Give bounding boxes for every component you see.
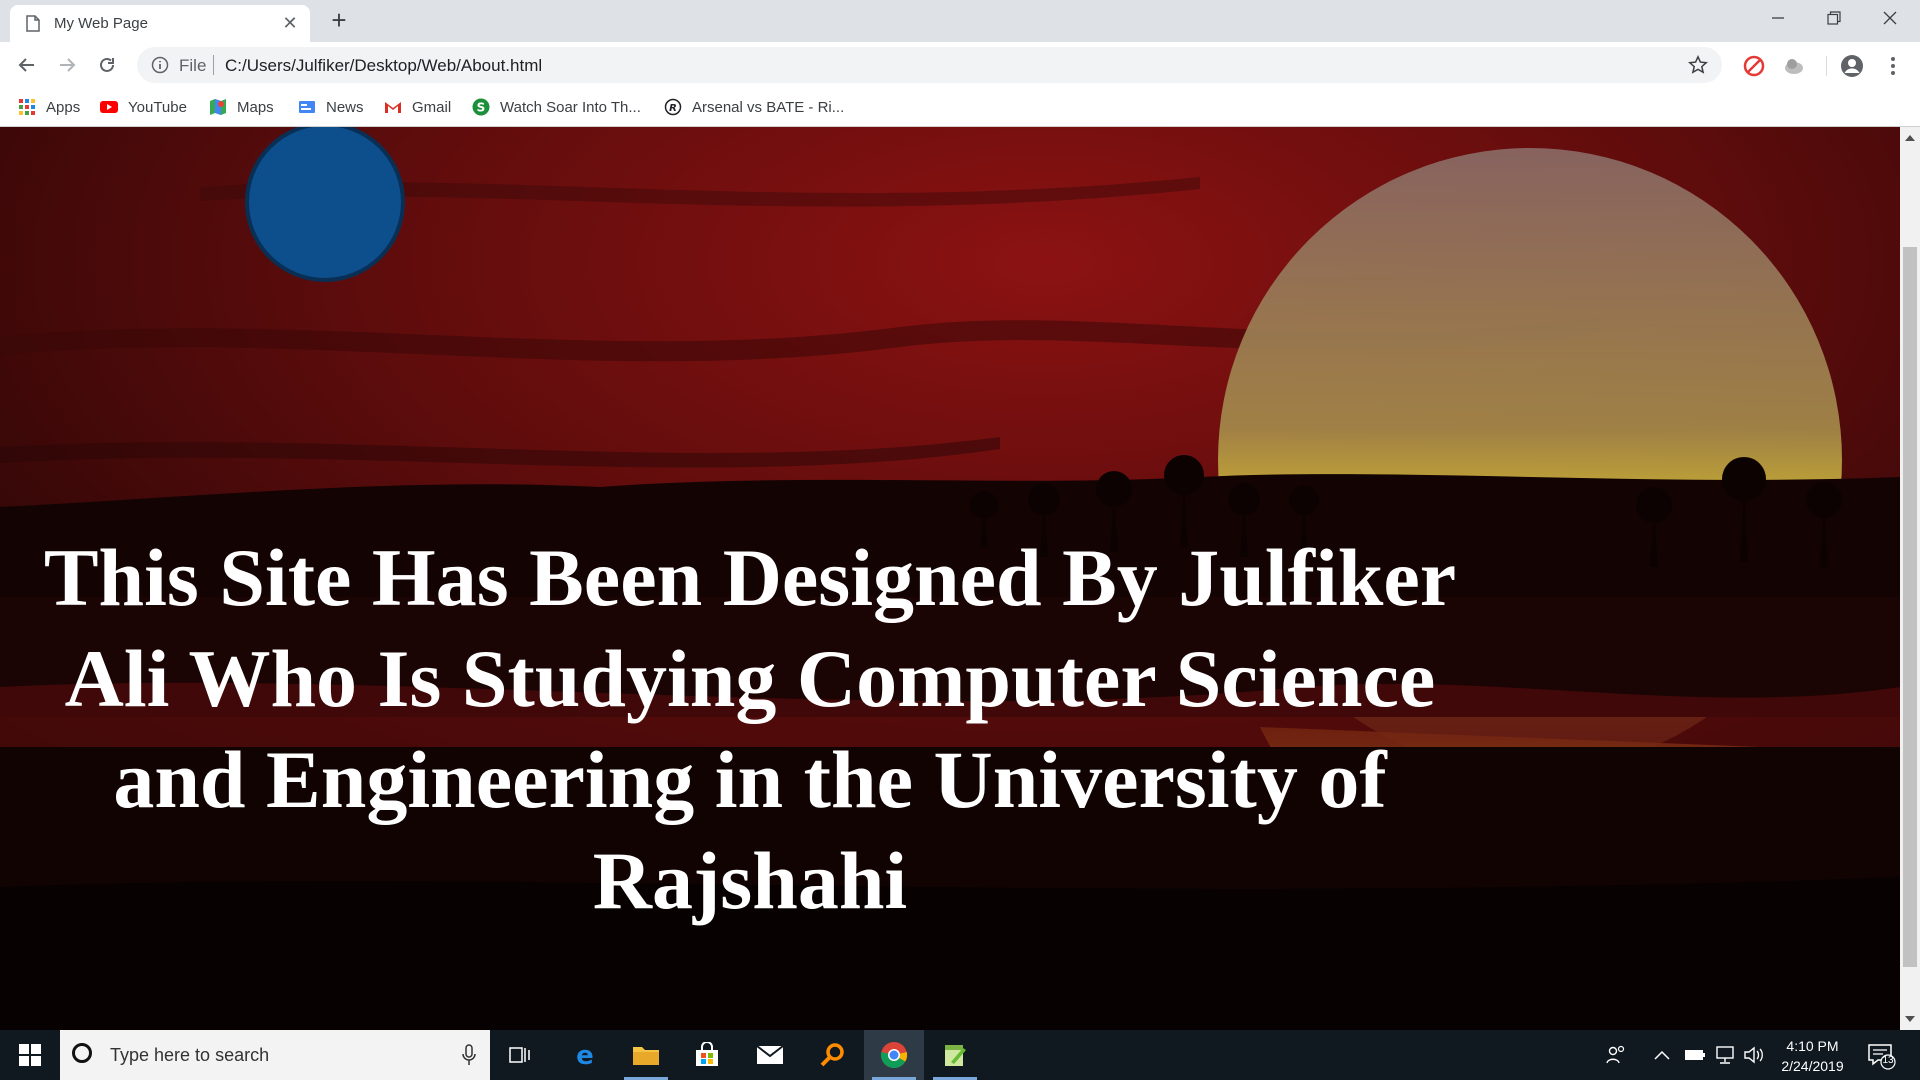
taskbar-file-explorer[interactable]: [616, 1030, 676, 1080]
windows-logo-icon: [19, 1044, 41, 1066]
microphone-icon[interactable]: [462, 1044, 476, 1066]
mail-icon: [756, 1045, 784, 1064]
speaker-icon: [1744, 1046, 1763, 1064]
network-indicator[interactable]: [1714, 1030, 1736, 1080]
page-scrollbar[interactable]: [1900, 127, 1920, 1030]
bookmark-label: Watch Soar Into Th...: [500, 98, 641, 116]
url-text[interactable]: C:/Users/Julfiker/Desktop/Web/About.html: [225, 56, 542, 76]
kebab-menu-icon[interactable]: [1886, 54, 1900, 78]
bookmark-apps[interactable]: Apps: [18, 94, 80, 120]
browser-tab[interactable]: My Web Page ✕: [10, 5, 310, 42]
edge-icon: e: [576, 1042, 594, 1068]
minimize-icon: [1772, 17, 1784, 19]
bookmark-watch-soar[interactable]: S Watch Soar Into Th...: [472, 94, 641, 120]
bookmark-label: Gmail: [412, 98, 452, 116]
magnifier-icon: [820, 1043, 844, 1067]
arrow-left-icon: [18, 58, 34, 72]
svg-text:R: R: [669, 103, 677, 114]
address-separator: [213, 55, 214, 75]
task-view-button[interactable]: [490, 1030, 550, 1080]
notification-count-badge: 13: [1882, 1055, 1894, 1066]
task-view-icon: [509, 1047, 530, 1063]
network-icon: [1716, 1046, 1734, 1064]
svg-text:e: e: [576, 1042, 594, 1068]
green-s-icon: S: [472, 98, 490, 116]
reload-button[interactable]: [92, 50, 122, 80]
taskbar-clock[interactable]: 4:10 PM 2/24/2019: [1770, 1036, 1855, 1076]
bookmark-label: Maps: [237, 98, 274, 116]
new-tab-button[interactable]: +: [325, 6, 353, 34]
people-icon: [1606, 1045, 1625, 1064]
store-bag-icon: [696, 1042, 718, 1066]
show-hidden-icons-button[interactable]: [1654, 1030, 1670, 1080]
toolbar-divider: [1826, 56, 1827, 76]
apps-grid-icon: [19, 99, 35, 115]
address-bar[interactable]: File C:/Users/Julfiker/Desktop/Web/About…: [137, 47, 1722, 83]
notepad-icon: [945, 1045, 966, 1066]
web-page-viewport: This Site Has Been Designed By Julfiker …: [0, 127, 1900, 1030]
folder-icon: [633, 1047, 659, 1065]
bookmark-star-icon[interactable]: [1688, 55, 1708, 75]
svg-text:S: S: [477, 101, 486, 115]
volume-indicator[interactable]: [1743, 1030, 1765, 1080]
maps-icon: [210, 99, 226, 115]
bookmarks-bar: Apps YouTube Maps News Gmail S Watch Soa…: [0, 88, 1920, 127]
tab-title: My Web Page: [54, 15, 148, 32]
taskbar-store[interactable]: [677, 1030, 737, 1080]
windows-taskbar: Type here to search e 4:10 PM 2/24/2019 …: [0, 1030, 1920, 1080]
taskbar-chrome[interactable]: [864, 1030, 924, 1080]
scrollbar-thumb[interactable]: [1903, 247, 1917, 967]
back-button[interactable]: [12, 50, 42, 80]
chevron-up-icon: [1654, 1050, 1670, 1060]
arrow-right-icon: [60, 58, 76, 72]
bookmark-label: News: [326, 98, 364, 116]
taskbar-mail[interactable]: [740, 1030, 800, 1080]
scroll-down-icon[interactable]: [1905, 1016, 1915, 1022]
battery-indicator[interactable]: [1684, 1030, 1706, 1080]
bookmark-youtube[interactable]: YouTube: [100, 94, 187, 120]
gmail-icon: [385, 102, 401, 113]
forward-button[interactable]: [52, 50, 82, 80]
url-scheme-label: File: [179, 56, 207, 75]
cloud-extension-icon[interactable]: [1782, 54, 1806, 78]
taskbar-edge[interactable]: e: [555, 1030, 615, 1080]
scroll-up-icon[interactable]: [1905, 135, 1915, 141]
search-placeholder: Type here to search: [110, 1045, 270, 1065]
taskbar-search-app[interactable]: [802, 1030, 862, 1080]
restore-button[interactable]: [1806, 0, 1862, 36]
bookmark-news[interactable]: News: [298, 94, 364, 120]
minimize-button[interactable]: [1750, 0, 1806, 36]
news-icon: [299, 101, 315, 113]
bookmark-arsenal[interactable]: R Arsenal vs BATE - Ri...: [664, 94, 844, 120]
registered-icon: R: [664, 98, 682, 116]
hero-heading: This Site Has Been Designed By Julfiker …: [43, 532, 1457, 926]
bookmark-maps[interactable]: Maps: [209, 94, 274, 120]
close-icon: [1883, 11, 1897, 25]
action-center-button[interactable]: 13: [1866, 1030, 1896, 1080]
browser-titlebar: My Web Page ✕ +: [0, 0, 1920, 42]
restore-icon: [1827, 11, 1841, 25]
account-icon[interactable]: [1840, 54, 1864, 78]
taskbar-notepadpp[interactable]: [925, 1030, 985, 1080]
bookmark-label: Apps: [46, 98, 81, 116]
window-close-button[interactable]: [1862, 0, 1918, 36]
bookmark-label: YouTube: [128, 98, 187, 116]
info-icon[interactable]: [151, 56, 169, 74]
browser-toolbar: File C:/Users/Julfiker/Desktop/Web/About…: [0, 42, 1920, 88]
page-icon: [26, 15, 40, 32]
bookmark-gmail[interactable]: Gmail: [384, 94, 451, 120]
cortana-circle-icon: [72, 1043, 92, 1063]
clock-date: 2/24/2019: [1781, 1058, 1844, 1074]
people-button[interactable]: [1605, 1030, 1627, 1080]
bookmark-label: Arsenal vs BATE - Ri...: [692, 98, 845, 116]
blocker-extension-icon[interactable]: [1742, 54, 1766, 78]
reload-icon: [100, 57, 114, 72]
clock-time: 4:10 PM: [1786, 1038, 1839, 1054]
start-button[interactable]: [0, 1030, 60, 1080]
taskbar-search-box[interactable]: Type here to search: [60, 1030, 490, 1080]
chrome-icon: [880, 1042, 908, 1069]
battery-icon: [1685, 1050, 1705, 1060]
youtube-icon: [100, 101, 118, 113]
tab-close-icon[interactable]: ✕: [280, 13, 300, 33]
